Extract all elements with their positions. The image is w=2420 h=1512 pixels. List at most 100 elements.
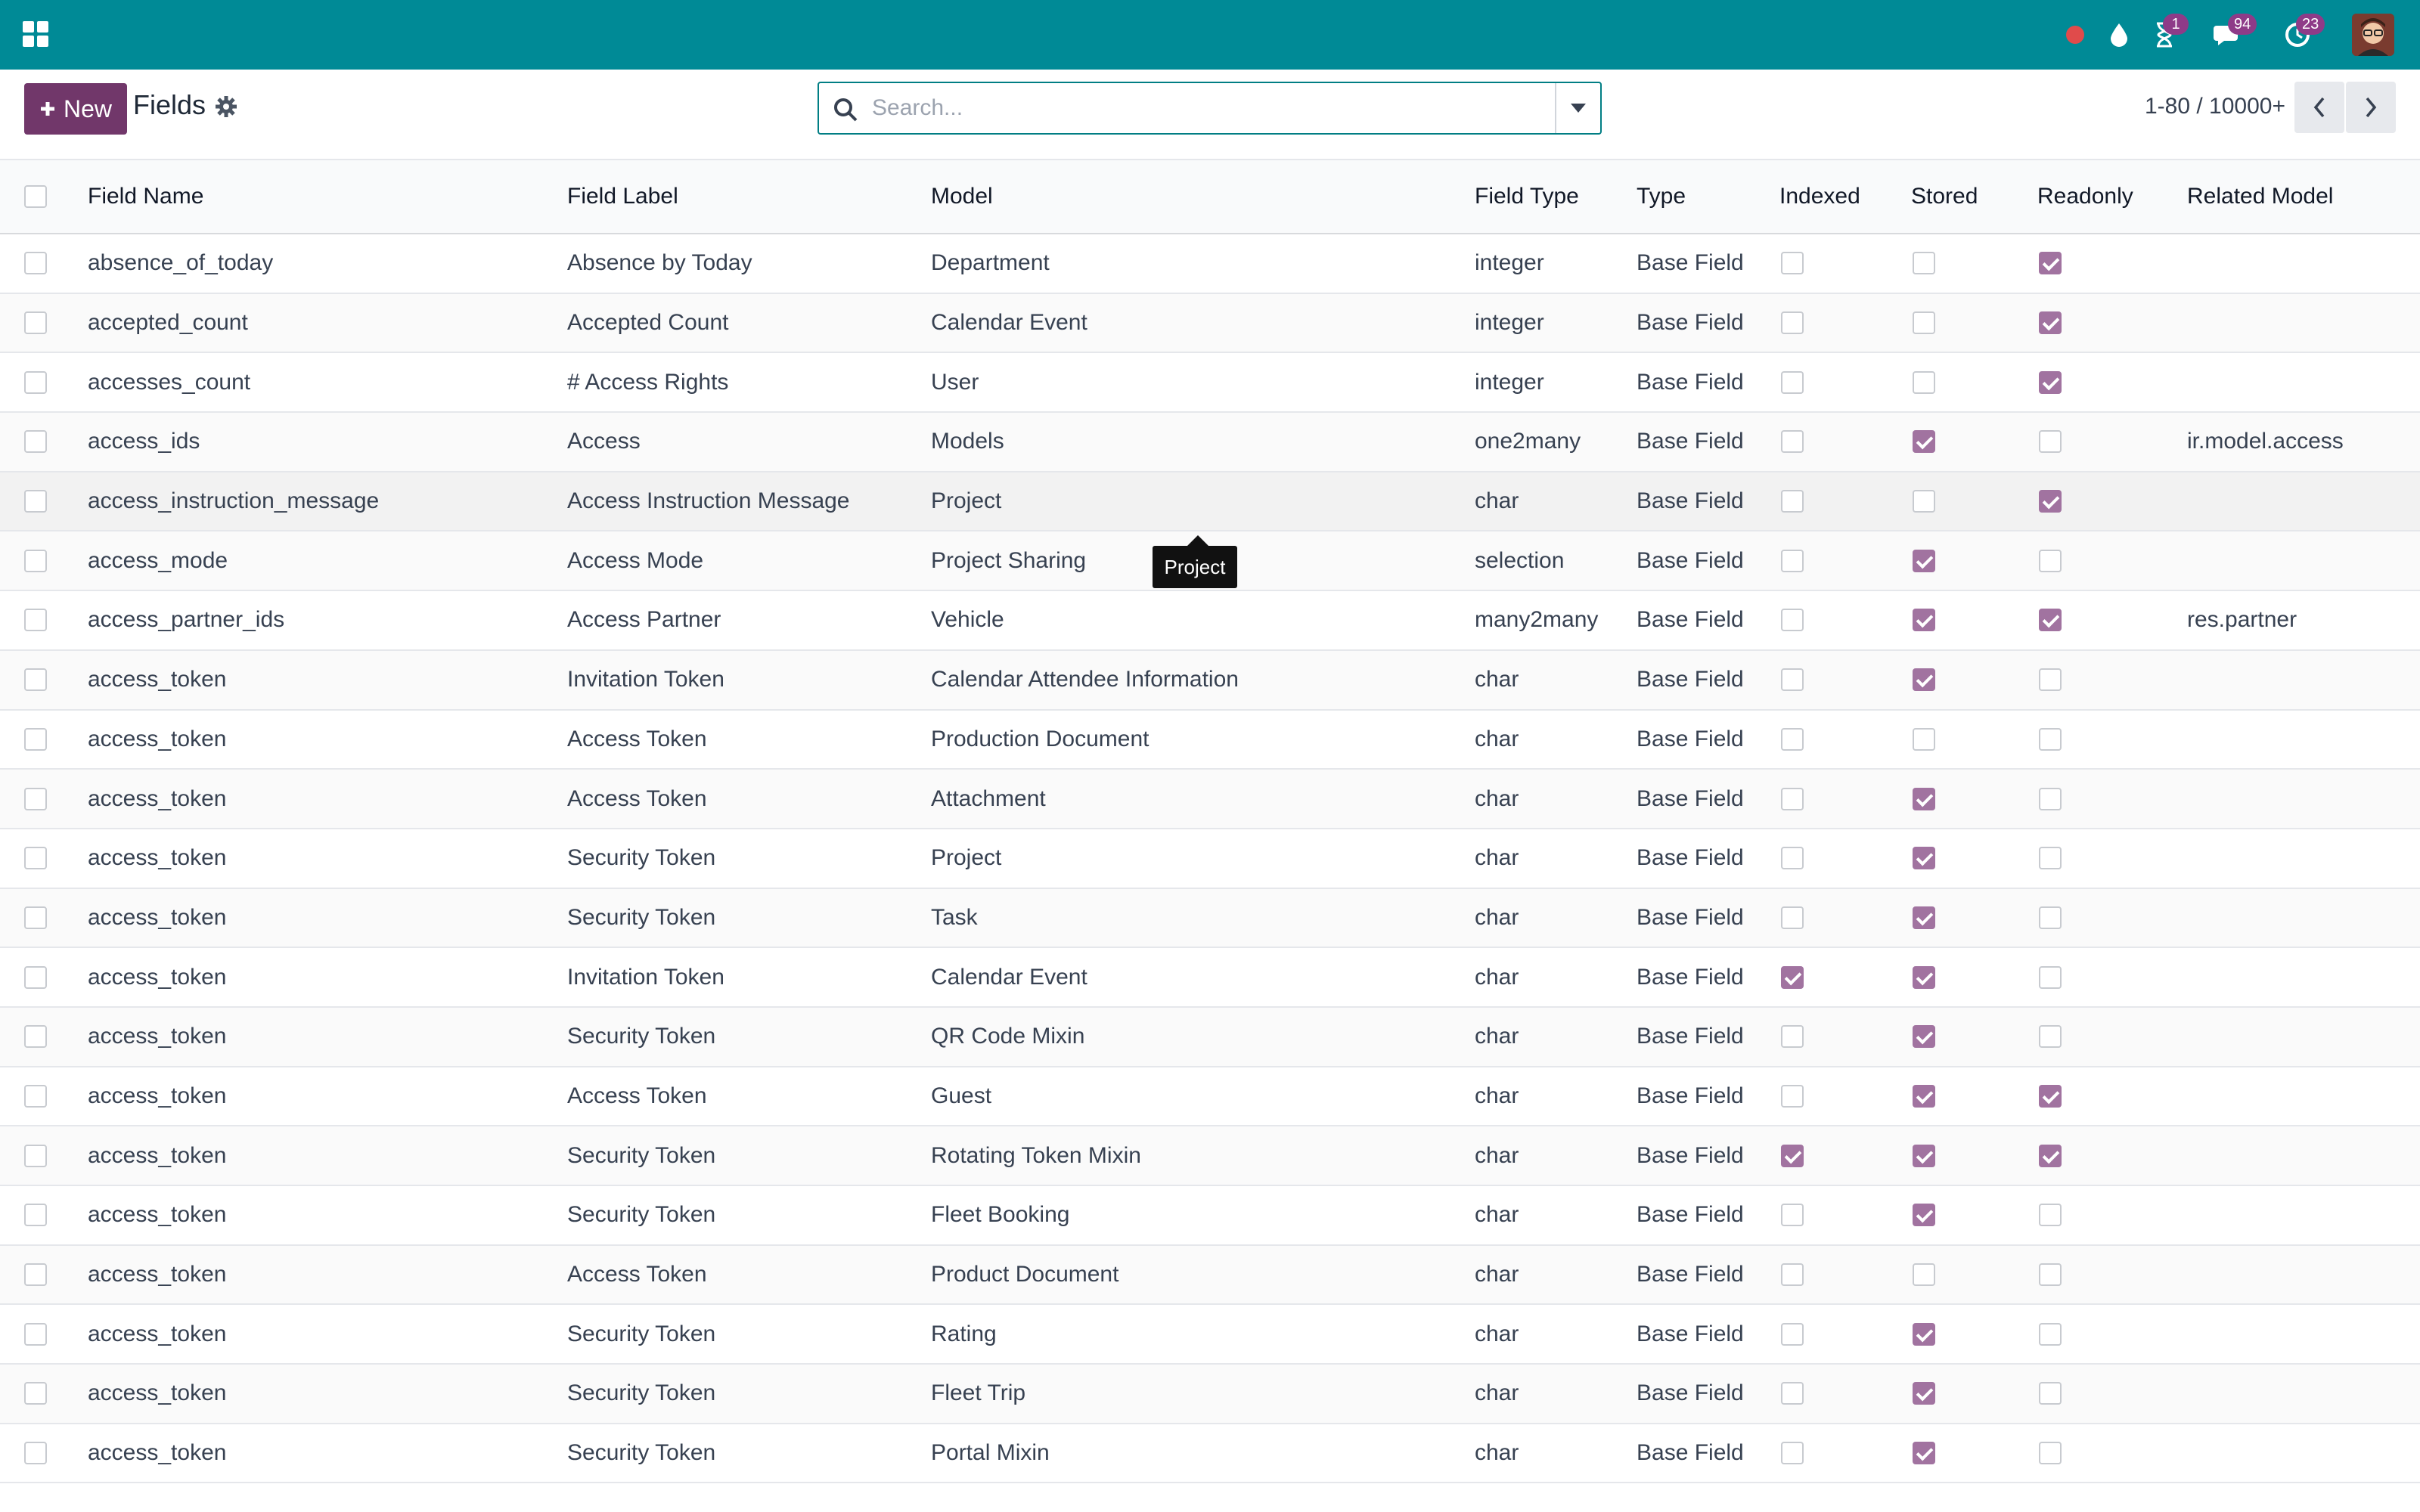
- row-select-checkbox[interactable]: [24, 490, 47, 513]
- row-select-checkbox[interactable]: [24, 609, 47, 632]
- indexed-checkbox: [1781, 549, 1804, 572]
- column-header-indexed[interactable]: Indexed: [1779, 160, 1860, 233]
- indexed-checkbox: [1781, 490, 1804, 513]
- column-header-stored[interactable]: Stored: [1911, 160, 1978, 233]
- pager-next-button[interactable]: [2346, 82, 2396, 133]
- field-type-cell: char: [1475, 904, 1519, 930]
- readonly-checkbox: [2039, 965, 2062, 989]
- field-name-cell: access_token: [88, 785, 227, 811]
- row-select-checkbox[interactable]: [24, 311, 47, 335]
- table-row[interactable]: access_ids Access Models one2many Base Field…: [0, 413, 2420, 472]
- field-label-cell: Access Mode: [567, 547, 704, 573]
- tooltip: Project: [1153, 535, 1237, 588]
- drop-icon[interactable]: [2101, 17, 2137, 53]
- row-select-checkbox[interactable]: [24, 1084, 47, 1108]
- type-cell: Base Field: [1637, 667, 1744, 692]
- row-select-checkbox[interactable]: [24, 787, 47, 810]
- field-label-cell: Access: [567, 429, 641, 454]
- row-select-checkbox[interactable]: [24, 847, 47, 870]
- table-row[interactable]: access_token Security Token Project char Bas…: [0, 829, 2420, 889]
- row-select-checkbox[interactable]: [24, 1322, 47, 1346]
- table-row[interactable]: access_token Security Token Portal Mixin ch…: [0, 1424, 2420, 1484]
- row-select-checkbox[interactable]: [24, 1204, 47, 1227]
- table-row[interactable]: access_token Access Token Production Docum…: [0, 711, 2420, 770]
- indexed-checkbox: [1781, 1144, 1804, 1167]
- row-select-checkbox[interactable]: [24, 1442, 47, 1465]
- field-name-cell: access_partner_ids: [88, 607, 285, 633]
- indexed-checkbox: [1781, 787, 1804, 810]
- control-panel: New Fields 1-80 / 10000+: [0, 70, 2420, 160]
- row-select-checkbox[interactable]: [24, 1263, 47, 1287]
- row-select-checkbox[interactable]: [24, 906, 47, 929]
- table-row[interactable]: access_token Access Token Guest char Base Fi…: [0, 1067, 2420, 1127]
- row-select-checkbox[interactable]: [24, 549, 47, 572]
- table-row[interactable]: access_token Access Token Product Document…: [0, 1245, 2420, 1306]
- table-row[interactable]: access_token Invitation Token Calendar Eve…: [0, 948, 2420, 1008]
- table-row[interactable]: accesses_count # Access Rights User integer…: [0, 353, 2420, 414]
- column-header-field-type[interactable]: Field Type: [1475, 160, 1579, 233]
- new-button[interactable]: New: [24, 83, 127, 135]
- table-row[interactable]: accepted_count Accepted Count Calendar Eve…: [0, 293, 2420, 354]
- model-cell: Portal Mixin: [931, 1440, 1050, 1466]
- field-type-cell: char: [1475, 488, 1519, 514]
- field-type-cell: char: [1475, 1440, 1519, 1466]
- row-select-checkbox[interactable]: [24, 370, 47, 394]
- row-select-checkbox[interactable]: [24, 1382, 47, 1405]
- readonly-checkbox: [2039, 847, 2062, 870]
- column-header-related-model[interactable]: Related Model: [2187, 160, 2333, 233]
- field-type-cell: one2many: [1475, 429, 1581, 454]
- stored-checkbox: [1913, 787, 1935, 810]
- indexed-checkbox: [1781, 1204, 1804, 1227]
- row-select-checkbox[interactable]: [24, 668, 47, 692]
- gear-icon[interactable]: [215, 95, 237, 118]
- field-type-cell: integer: [1475, 310, 1544, 336]
- row-select-checkbox[interactable]: [24, 252, 47, 275]
- pager-previous-button[interactable]: [2294, 82, 2344, 133]
- table-row[interactable]: access_token Access Token Attachment char Ba…: [0, 770, 2420, 829]
- select-all-checkbox[interactable]: [24, 185, 47, 208]
- field-label-cell: Security Token: [567, 904, 716, 930]
- table-row[interactable]: access_token Security Token Rating char Base…: [0, 1305, 2420, 1365]
- table-row[interactable]: access_token Security Token Fleet Trip char…: [0, 1365, 2420, 1424]
- apps-menu-icon[interactable]: [23, 21, 48, 47]
- indexed-checkbox: [1781, 1263, 1804, 1287]
- table-row[interactable]: access_token Security Token Rotating Token…: [0, 1126, 2420, 1186]
- table-row[interactable]: absence_of_today Absence by Today Departme…: [0, 234, 2420, 294]
- row-select-checkbox[interactable]: [24, 1025, 47, 1049]
- caret-down-icon: [1571, 104, 1586, 113]
- indexed-checkbox: [1781, 906, 1804, 929]
- stored-checkbox: [1913, 490, 1935, 513]
- field-label-cell: Security Token: [567, 1440, 716, 1466]
- row-select-checkbox[interactable]: [24, 1144, 47, 1167]
- table-row[interactable]: access_instruction_message Access Instruc…: [0, 472, 2420, 532]
- record-status-icon[interactable]: [2057, 17, 2093, 53]
- table-row[interactable]: access_token Invitation Token Calendar Att…: [0, 650, 2420, 711]
- model-cell: Project: [931, 845, 1002, 871]
- column-header-type[interactable]: Type: [1637, 160, 1686, 233]
- stored-checkbox: [1913, 906, 1935, 929]
- table-row[interactable]: access_token Security Token Fleet Booking c…: [0, 1186, 2420, 1246]
- field-type-cell: char: [1475, 964, 1519, 990]
- type-cell: Base Field: [1637, 1083, 1744, 1108]
- row-select-checkbox[interactable]: [24, 430, 47, 454]
- user-avatar[interactable]: [2352, 14, 2394, 56]
- table-row[interactable]: access_token Security Token QR Code Mixin c…: [0, 1007, 2420, 1067]
- column-header-field-name[interactable]: Field Name: [88, 160, 203, 233]
- model-cell: Calendar Event: [931, 964, 1087, 990]
- row-select-checkbox[interactable]: [24, 727, 47, 751]
- row-select-checkbox[interactable]: [24, 965, 47, 989]
- readonly-checkbox: [2039, 490, 2062, 513]
- field-type-cell: char: [1475, 1142, 1519, 1168]
- field-type-cell: integer: [1475, 250, 1544, 276]
- column-header-field-label[interactable]: Field Label: [567, 160, 678, 233]
- pager-value[interactable]: 1-80 / 10000+: [2145, 94, 2285, 119]
- stored-checkbox: [1913, 668, 1935, 692]
- table-row[interactable]: access_token Security Token Task char Base F…: [0, 888, 2420, 949]
- field-type-cell: char: [1475, 845, 1519, 871]
- type-cell: Base Field: [1637, 726, 1744, 751]
- search-options-toggle[interactable]: [1555, 83, 1600, 133]
- search-input[interactable]: [872, 89, 1537, 127]
- table-row[interactable]: access_partner_ids Access Partner Vehicle m…: [0, 591, 2420, 651]
- column-header-model[interactable]: Model: [931, 160, 993, 233]
- column-header-readonly[interactable]: Readonly: [2037, 160, 2133, 233]
